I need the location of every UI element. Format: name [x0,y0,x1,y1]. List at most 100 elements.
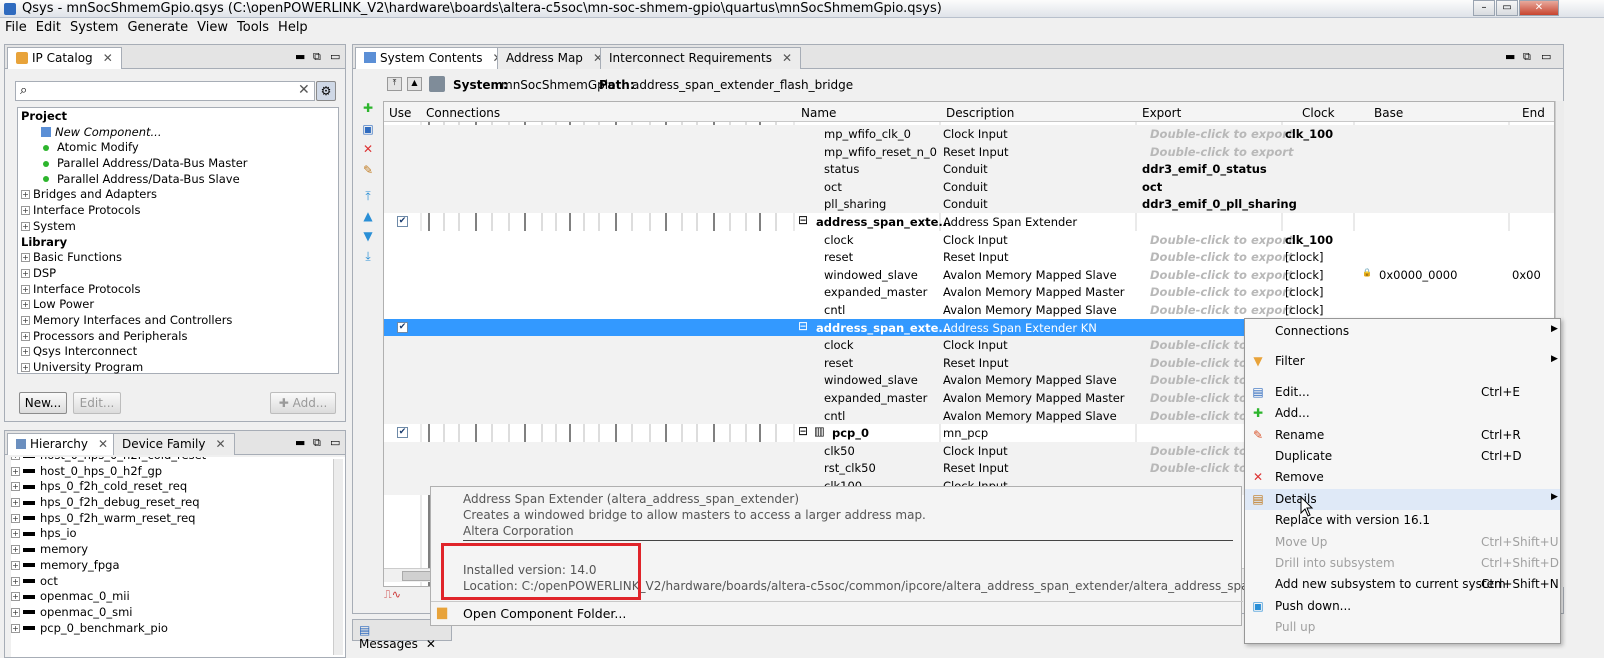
context-item-connections[interactable]: Connections ▶ [1245,321,1560,342]
expand-icon[interactable]: + [21,315,30,325]
expand-icon[interactable]: + [11,576,20,586]
menu-file[interactable]: File [0,18,31,35]
filter-connections-icon[interactable]: ⎍∿ [384,588,401,602]
tree-item-parallel-master[interactable]: Parallel Address/Data-Bus Master [21,156,335,172]
interface-row[interactable]: mp_wfifo_reset_n_0 Reset Input Double-clic… [384,142,1554,161]
expand-icon[interactable]: + [21,221,30,231]
ip-search-input[interactable] [38,83,288,99]
col-name[interactable]: Name [801,106,836,120]
hier-item[interactable]: + pcp_0_benchmark_pio [11,621,345,637]
context-item-drill-into-subsystem[interactable]: Drill into subsystem Ctrl+Shift+D [1245,553,1560,574]
component-row[interactable]: ✔ ⊟ address_span_exte... Address Span Exten… [384,213,1554,231]
close-tab-icon[interactable]: ✕ [215,437,225,451]
go-up-icon[interactable]: ▲ [407,77,422,91]
hier-item[interactable]: + openmac_0_smi [11,605,345,621]
close-button[interactable]: ✕ [1519,0,1559,16]
new-button[interactable]: New... [19,392,67,414]
context-item-pull-up[interactable]: Pull up [1245,617,1560,638]
tree-group-memory[interactable]: + Memory Interfaces and Controllers [21,313,335,329]
tab-system-contents[interactable]: System Contents✕ [355,47,512,69]
expand-icon[interactable]: + [21,253,30,263]
tree-group-interface-lib[interactable]: + Interface Protocols [21,282,335,298]
settings-gear-icon[interactable]: ⚙ [316,81,336,101]
expand-icon[interactable]: + [21,300,30,310]
col-clock[interactable]: Clock [1302,106,1335,120]
minimize-button[interactable]: – [1473,0,1495,16]
hier-item[interactable]: + host_0_hps_0_h2f_gp [11,464,345,480]
float-panel-icon[interactable]: ⧉ [1523,50,1531,64]
hier-item[interactable]: + openmac_0_mii [11,589,345,605]
maximize-panel-icon[interactable]: ▭ [330,436,340,449]
expand-icon[interactable]: + [11,545,20,555]
context-item-add[interactable]: ✚ Add... [1245,403,1560,424]
expand-icon[interactable]: + [21,363,30,372]
add-component-icon[interactable]: ✚ [361,102,375,114]
col-export[interactable]: Export [1142,106,1181,120]
float-panel-icon[interactable]: ⧉ [313,436,321,450]
col-use[interactable]: Use [389,106,411,120]
expand-icon[interactable]: + [11,457,20,460]
menu-tools[interactable]: Tools [232,18,273,35]
interface-row[interactable]: reset Reset Input Double-click to export [c… [384,248,1554,266]
add-subsystem-icon[interactable]: ▣ [361,123,375,135]
tree-group-processors[interactable]: + Processors and Peripherals [21,329,335,345]
tab-ip-catalog[interactable]: IP Catalog ✕ [7,47,122,69]
expand-icon[interactable]: + [21,347,30,357]
use-checkbox[interactable]: ✔ [397,427,408,439]
tree-group-system[interactable]: + System [21,219,335,235]
close-tab-icon[interactable]: ✕ [103,51,113,65]
context-item-filter[interactable]: ▼ Filter ▶ [1245,351,1560,372]
tree-group-university[interactable]: + University Program [21,360,335,376]
expand-icon[interactable]: + [11,623,20,633]
collapse-icon[interactable]: ⊟ [798,424,808,438]
context-item-details[interactable]: ▤ Details ▶ [1245,488,1560,511]
tree-group-basic[interactable]: + Basic Functions [21,250,335,266]
lock-icon[interactable]: 🔒 [1362,268,1372,277]
edit-component-icon[interactable]: ✎ [361,164,375,176]
col-base[interactable]: Base [1374,106,1403,120]
collapse-icon[interactable]: ⊟ [798,319,808,333]
expand-icon[interactable]: + [11,513,20,523]
expand-icon[interactable]: + [21,268,30,278]
close-tab-icon[interactable]: ✕ [426,637,436,651]
interface-row[interactable]: clock Clock Input Double-click to export cl… [384,230,1554,249]
close-tab-icon[interactable]: ✕ [98,437,108,451]
expand-icon[interactable]: + [11,607,20,617]
move-up-icon[interactable]: ▲ [361,210,375,222]
use-checkbox[interactable]: ✔ [397,321,408,333]
minimize-panel-icon[interactable]: ▬ [295,436,305,449]
interface-row[interactable]: status Conduit ddr3_emif_0_status [384,160,1554,178]
hierarchy-scrollbar[interactable] [333,459,343,655]
use-checkbox[interactable]: ✔ [397,216,408,227]
expand-icon[interactable]: + [11,466,20,476]
minimize-panel-icon[interactable]: ▬ [295,50,305,63]
tree-item-atomic-modify[interactable]: Atomic Modify [21,140,335,156]
tree-group-qsys-interconnect[interactable]: + Qsys Interconnect [21,344,335,360]
tab-device-family[interactable]: Device Family ✕ [113,433,235,455]
interface-row[interactable]: mp_wfifo_clk_0 Clock Input Double-click to… [384,125,1554,143]
expand-icon[interactable]: + [21,284,30,294]
context-item-edit[interactable]: ▤ Edit... Ctrl+E [1245,382,1560,403]
move-down-icon[interactable]: ▼ [361,230,375,242]
maximize-panel-icon[interactable]: ▭ [330,50,340,63]
tree-item-parallel-slave[interactable]: Parallel Address/Data-Bus Slave [21,172,335,188]
edit-button[interactable]: Edit... [73,392,121,414]
menu-edit[interactable]: Edit [31,18,65,35]
tab-address-map[interactable]: Address Map ✕ [497,47,612,69]
tab-hierarchy[interactable]: Hierarchy ✕ [7,433,118,455]
tree-group-dsp[interactable]: + DSP [21,266,335,282]
expand-icon[interactable]: + [11,560,20,570]
expand-icon[interactable]: + [11,529,20,539]
expand-icon[interactable]: + [11,498,20,508]
maximize-panel-icon[interactable]: ▭ [1541,50,1551,63]
interface-row[interactable]: windowed_slave Avalon Memory Mapped Slave… [384,265,1554,284]
hier-item[interactable]: + hps_0_f2h_cold_reset_req [11,479,345,495]
interface-row[interactable]: pll_sharing Conduit ddr3_emif_0_pll_sharin… [384,195,1554,213]
move-bottom-icon[interactable]: ⤓ [361,250,375,262]
hier-item[interactable]: + hps_io [11,526,345,542]
context-item-duplicate[interactable]: Duplicate Ctrl+D [1245,446,1560,467]
menu-view[interactable]: View [192,18,232,35]
hier-item[interactable]: + hps_0_f2h_debug_reset_req [11,495,345,511]
expand-icon[interactable]: + [21,331,30,341]
open-component-folder-link[interactable]: Open Component Folder... [463,606,626,621]
